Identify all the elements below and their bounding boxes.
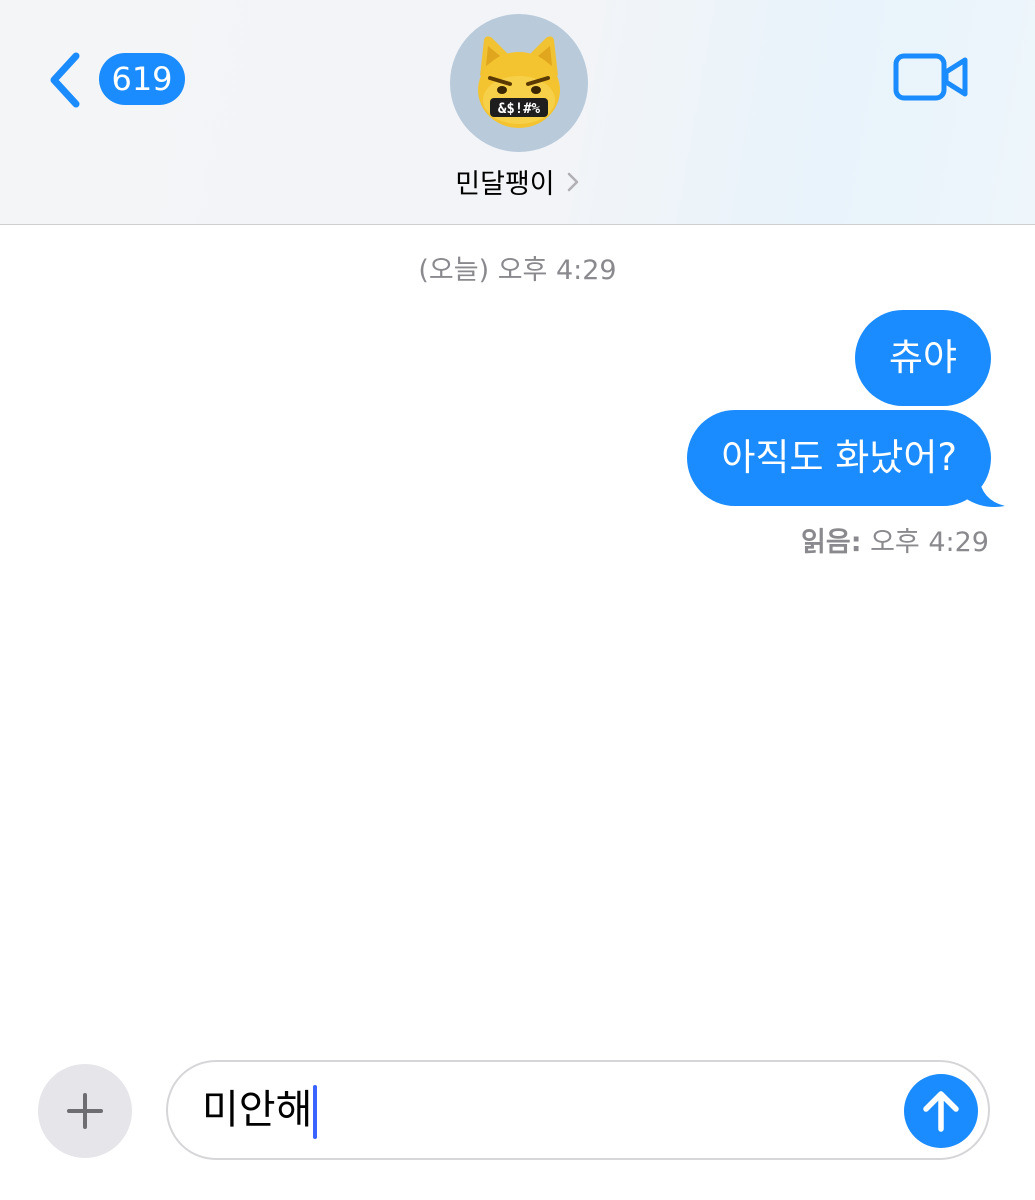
conversation-timestamp: (오늘) 오후 4:29	[418, 255, 617, 286]
text-caret	[313, 1085, 318, 1139]
message-bubble[interactable]: 츄야	[854, 310, 991, 406]
read-receipt: 읽음: 오후 4:29	[801, 520, 989, 559]
bubble-tail	[965, 476, 1005, 507]
back-button[interactable]: 619	[40, 46, 200, 112]
contact-avatar[interactable]: &$!#%	[450, 14, 588, 152]
unread-count-badge: 619	[99, 53, 185, 105]
send-button[interactable]	[904, 1074, 978, 1148]
video-camera-icon	[893, 53, 968, 101]
message-input-text: 미안해	[202, 1084, 318, 1139]
apps-plus-button[interactable]	[38, 1064, 132, 1158]
chevron-left-icon	[50, 52, 80, 108]
message-bubble[interactable]: 아직도 화났어?	[687, 410, 991, 506]
svg-text:&$!#%: &$!#%	[498, 101, 541, 117]
messages-screen: 619 &$!#% 민달팽이 (오늘) 오후 4:29 츄야 아직도 화났어? …	[0, 0, 1035, 1200]
plus-icon	[67, 1093, 103, 1129]
read-time: 오후 4:29	[870, 527, 989, 558]
video-call-button[interactable]	[893, 52, 969, 102]
message-input[interactable]: 미안해	[166, 1060, 990, 1160]
arrow-up-icon	[923, 1091, 959, 1132]
contact-name-button[interactable]: 민달팽이	[0, 162, 1035, 201]
chevron-right-icon	[567, 172, 578, 191]
contact-name: 민달팽이	[455, 169, 555, 200]
message-draft: 미안해	[202, 1087, 313, 1133]
angry-cat-memoji-icon: &$!#%	[478, 36, 560, 128]
conversation-header: 619 &$!#% 민달팽이	[0, 0, 1035, 225]
read-label: 읽음:	[801, 527, 862, 558]
